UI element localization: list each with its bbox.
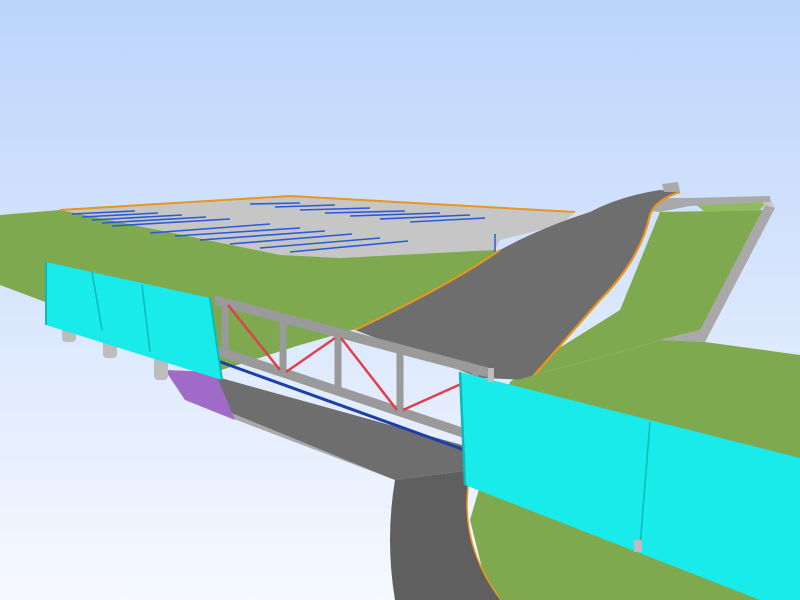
model-viewport[interactable]	[0, 0, 800, 600]
bridge-scene	[0, 0, 800, 600]
